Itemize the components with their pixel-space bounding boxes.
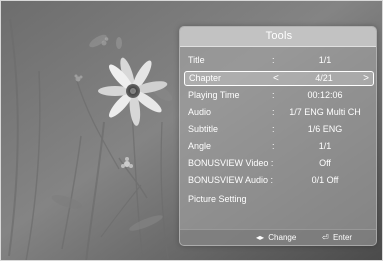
- playing-time-colon: :: [272, 90, 275, 100]
- chevron-right-icon[interactable]: >: [363, 72, 369, 85]
- menu-row-subtitle[interactable]: Subtitle : 1/6 ENG: [184, 122, 372, 137]
- tools-menu-panel: Tools Title : 1/1 Chapter < 4/21 > Playi…: [179, 26, 377, 246]
- bonusview-video-label: BONUSVIEW Video :: [188, 158, 274, 168]
- menu-row-picture-setting[interactable]: Picture Setting: [184, 192, 372, 207]
- menu-row-bonusview-video[interactable]: BONUSVIEW Video : Off: [184, 156, 372, 171]
- title-colon: :: [272, 55, 275, 65]
- menu-row-chapter[interactable]: Chapter < 4/21 >: [184, 71, 374, 86]
- subtitle-label: Subtitle: [188, 124, 219, 134]
- tools-title: Tools: [180, 27, 376, 47]
- angle-label: Angle: [188, 141, 212, 151]
- subtitle-colon: :: [272, 124, 275, 134]
- angle-colon: :: [272, 141, 275, 151]
- bonusview-video-value: Off: [319, 158, 331, 168]
- video-screen: Tools Title : 1/1 Chapter < 4/21 > Playi…: [0, 0, 383, 261]
- subtitle-value: 1/6 ENG: [307, 124, 343, 134]
- chapter-value: 4/21: [315, 73, 333, 83]
- playing-time-label: Playing Time: [188, 90, 240, 100]
- chapter-label: Chapter: [189, 73, 222, 83]
- left-right-arrows-icon: ◂▸: [256, 233, 265, 242]
- title-label: Title: [188, 55, 205, 65]
- menu-row-bonusview-audio[interactable]: BONUSVIEW Audio : 0/1 Off: [184, 173, 372, 188]
- menu-row-playing-time[interactable]: Playing Time : 00:12:06: [184, 88, 372, 103]
- enter-hint: ⏎ Enter: [322, 230, 352, 245]
- title-value: 1/1: [318, 55, 332, 65]
- enter-icon: ⏎: [322, 233, 329, 242]
- menu-row-audio[interactable]: Audio : 1/7 ENG Multi CH: [184, 105, 372, 120]
- bonusview-audio-label: BONUSVIEW Audio :: [188, 175, 274, 185]
- picture-setting-label: Picture Setting: [188, 194, 247, 204]
- chevron-left-icon[interactable]: <: [273, 72, 279, 85]
- tools-footer: ◂▸ Change ⏎ Enter: [180, 229, 376, 245]
- bonusview-audio-value: 0/1 Off: [311, 175, 339, 185]
- menu-row-angle[interactable]: Angle : 1/1: [184, 139, 372, 154]
- audio-colon: :: [272, 107, 275, 117]
- change-hint: ◂▸ Change: [256, 230, 296, 245]
- playing-time-value: 00:12:06: [307, 90, 343, 100]
- change-label: Change: [268, 233, 297, 242]
- audio-label: Audio: [188, 107, 212, 117]
- enter-label: Enter: [332, 233, 353, 242]
- angle-value: 1/1: [318, 141, 332, 151]
- audio-value: 1/7 ENG Multi CH: [289, 107, 361, 117]
- menu-row-title[interactable]: Title : 1/1: [184, 53, 372, 68]
